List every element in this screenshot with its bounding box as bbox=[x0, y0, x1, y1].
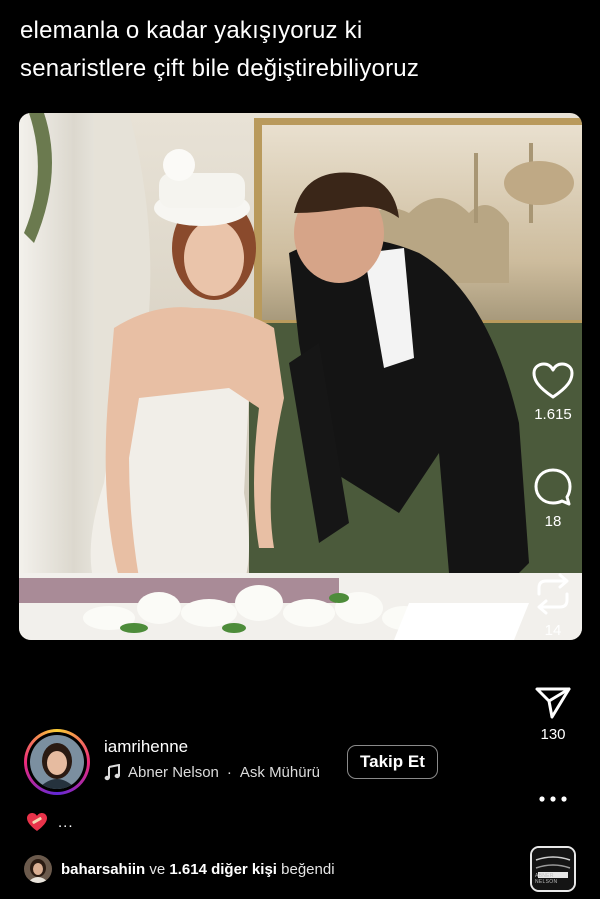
author-row: iamrihenne Abner Nelson · Ask Mühürü Tak… bbox=[24, 729, 504, 795]
post-caption: elemanla o kadar yakışıyoruz ki senarist… bbox=[20, 12, 580, 88]
post-photo[interactable] bbox=[19, 113, 582, 640]
like-action[interactable]: 1.615 bbox=[523, 362, 583, 423]
mending-heart-icon bbox=[27, 813, 47, 831]
audio-thumb-label: ABNER NELSON bbox=[535, 873, 558, 885]
repost-count: 14 bbox=[544, 622, 562, 639]
liker-username[interactable]: baharsahiin bbox=[61, 861, 145, 878]
author-username[interactable]: iamrihenne bbox=[104, 737, 188, 757]
repost-icon[interactable] bbox=[533, 572, 573, 616]
heart-icon[interactable] bbox=[532, 362, 574, 400]
more-options[interactable] bbox=[523, 792, 583, 806]
likes-summary[interactable]: baharsahiin ve 1.614 diğer kişi beğendi bbox=[24, 855, 335, 883]
share-count: 130 bbox=[540, 726, 566, 743]
music-info[interactable]: Abner Nelson · Ask Mühürü bbox=[104, 764, 320, 781]
music-title: Ask Mühürü bbox=[239, 764, 320, 781]
caption-line-2: senaristlere çift bile değiştirebiliyoru… bbox=[20, 55, 420, 82]
comment-count: 18 bbox=[544, 513, 562, 530]
paper-plane-icon[interactable] bbox=[533, 684, 573, 720]
reaction-row: ... bbox=[26, 812, 74, 832]
like-count: 1.615 bbox=[534, 406, 572, 423]
follow-button[interactable]: Takip Et bbox=[347, 745, 438, 779]
audio-thumbnail[interactable]: ABNER NELSON bbox=[530, 846, 576, 892]
caption-line-1: elemanla o kadar yakışıyoruz ki bbox=[20, 17, 363, 44]
more-dots-icon[interactable] bbox=[538, 792, 568, 806]
likes-connector: ve bbox=[149, 860, 166, 878]
liker-avatar bbox=[24, 855, 52, 883]
music-note-icon bbox=[104, 764, 120, 781]
avatar-photo bbox=[30, 735, 84, 789]
likes-others[interactable]: 1.614 diğer kişi bbox=[169, 861, 277, 878]
music-artist: Abner Nelson bbox=[128, 764, 219, 781]
reaction-more[interactable]: ... bbox=[58, 814, 74, 831]
share-action[interactable]: 130 bbox=[523, 684, 583, 743]
comment-action[interactable]: 18 bbox=[523, 467, 583, 530]
repost-action[interactable]: 14 bbox=[523, 572, 583, 639]
music-separator: · bbox=[226, 764, 232, 781]
likes-suffix: beğendi bbox=[281, 860, 335, 878]
author-avatar[interactable] bbox=[24, 729, 90, 795]
comment-bubble-icon[interactable] bbox=[533, 467, 573, 507]
